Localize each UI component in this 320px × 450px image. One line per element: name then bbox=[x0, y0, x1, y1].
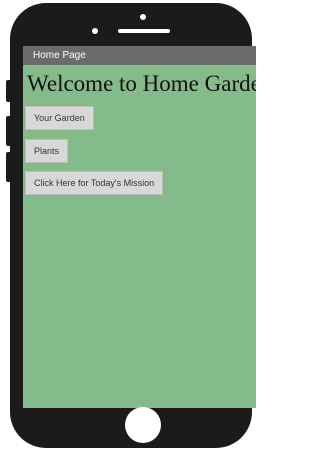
app-screen: Home Page Welcome to Home Garden! Your G… bbox=[23, 46, 256, 408]
todays-mission-button[interactable]: Click Here for Today's Mission bbox=[25, 171, 164, 195]
home-button[interactable] bbox=[125, 407, 161, 443]
phone-frame: Home Page Welcome to Home Garden! Your G… bbox=[10, 3, 256, 448]
sensor-dot bbox=[140, 14, 146, 20]
front-camera bbox=[92, 28, 98, 34]
title-bar-label: Home Page bbox=[33, 50, 86, 61]
title-bar: Home Page bbox=[23, 46, 256, 65]
plants-button[interactable]: Plants bbox=[25, 139, 69, 163]
earpiece-speaker bbox=[118, 29, 170, 33]
your-garden-button[interactable]: Your Garden bbox=[25, 106, 94, 130]
page-heading: Welcome to Home Garden! bbox=[27, 71, 256, 96]
